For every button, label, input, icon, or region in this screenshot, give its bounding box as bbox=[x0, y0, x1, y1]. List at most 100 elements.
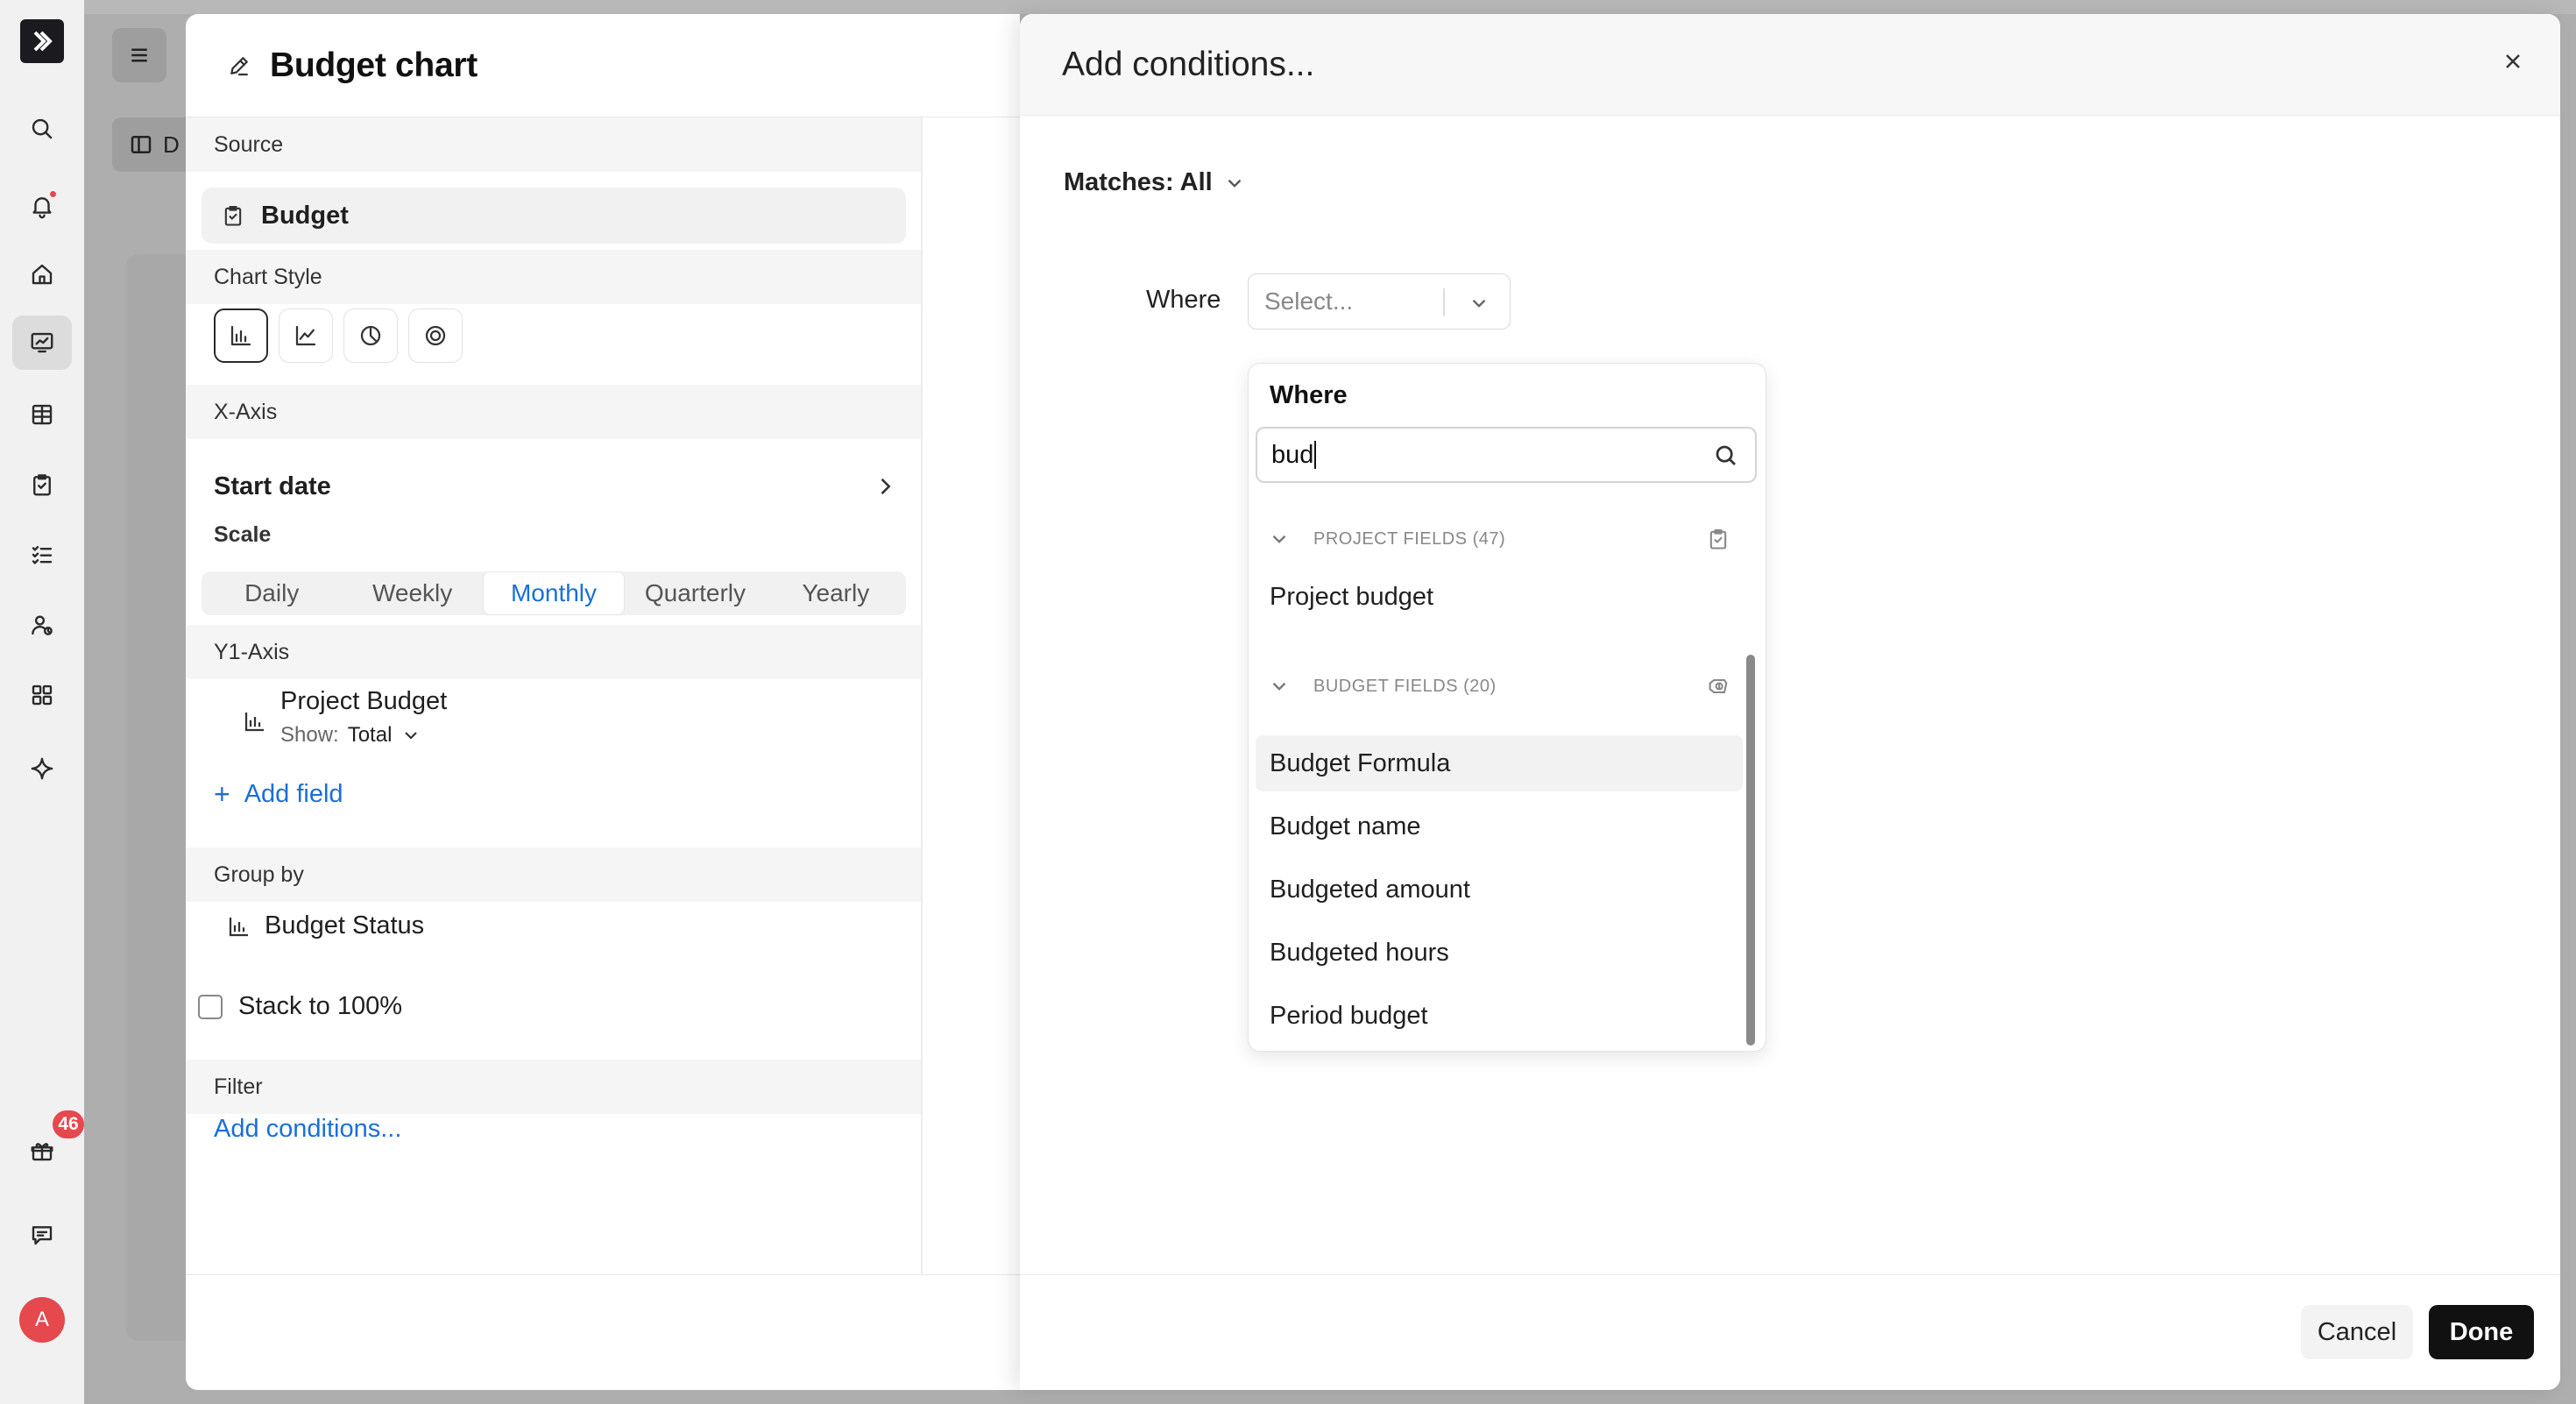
stack-checkbox[interactable] bbox=[198, 994, 223, 1019]
edit-pencil-icon[interactable] bbox=[226, 53, 252, 79]
add-conditions-link[interactable]: Add conditions... bbox=[214, 1115, 401, 1144]
option-project-budget[interactable]: Project budget bbox=[1256, 569, 1743, 625]
source-selector[interactable]: Budget bbox=[202, 188, 906, 244]
group-by-field-label: Budget Status bbox=[265, 911, 425, 940]
bar-chart-icon bbox=[229, 917, 248, 936]
checklist-icon[interactable] bbox=[12, 528, 72, 582]
editor-header: Budget chart bbox=[186, 14, 1020, 117]
add-field-label: Add field bbox=[244, 780, 343, 808]
apps-icon[interactable] bbox=[12, 668, 72, 722]
search-value: bud bbox=[1271, 440, 1314, 469]
scale-option-monthly[interactable]: Monthly bbox=[482, 571, 626, 615]
bar-chart-icon bbox=[230, 325, 251, 346]
x-axis-field-label: Start date bbox=[214, 472, 331, 500]
show-label: Show: bbox=[280, 723, 339, 747]
bell-icon[interactable] bbox=[12, 179, 72, 233]
people-icon[interactable] bbox=[12, 598, 72, 652]
x-axis-field[interactable]: Start date bbox=[214, 459, 906, 514]
group-label: PROJECT FIELDS (47) bbox=[1313, 528, 1506, 549]
bar-chart-style-button[interactable] bbox=[214, 308, 268, 363]
avatar[interactable]: A bbox=[19, 1297, 65, 1343]
show-value: Total bbox=[347, 723, 393, 747]
scale-option-yearly[interactable]: Yearly bbox=[766, 571, 906, 615]
group-header-budget-fields[interactable]: BUDGET FIELDS (20) bbox=[1268, 669, 1750, 704]
editor-footer bbox=[186, 1274, 1020, 1390]
scale-option-quarterly[interactable]: Quarterly bbox=[625, 571, 765, 615]
search-icon[interactable] bbox=[12, 102, 72, 156]
section-label-x-axis: X-Axis bbox=[186, 385, 922, 439]
background-tab-label: D bbox=[163, 131, 180, 158]
dashboard-icon[interactable] bbox=[12, 316, 72, 370]
scale-option-weekly[interactable]: Weekly bbox=[342, 571, 482, 615]
dropdown-scrollbar[interactable] bbox=[1746, 655, 1755, 1046]
conditions-title: Add conditions... bbox=[1062, 45, 1315, 83]
projects-icon[interactable] bbox=[12, 387, 72, 442]
matches-selector[interactable]: Matches: All bbox=[1064, 168, 1246, 197]
scale-option-daily[interactable]: Daily bbox=[202, 571, 342, 615]
option-period-budget[interactable]: Period budget bbox=[1256, 988, 1743, 1044]
config-divider bbox=[921, 117, 923, 1292]
text-caret bbox=[1314, 441, 1317, 469]
option-budgeted-hours[interactable]: Budgeted hours bbox=[1256, 925, 1743, 981]
matches-label: Matches: All bbox=[1064, 168, 1213, 196]
chevron-down-icon bbox=[1272, 682, 1286, 691]
chart-title[interactable]: Budget chart bbox=[270, 46, 478, 85]
budget-icon bbox=[1709, 678, 1728, 694]
conditions-header: Add conditions... bbox=[1020, 14, 2560, 116]
menu-icon bbox=[112, 28, 166, 82]
section-label-filter: Filter bbox=[186, 1060, 922, 1114]
sparkle-icon[interactable] bbox=[12, 741, 72, 796]
pie-chart-icon bbox=[360, 325, 381, 346]
home-icon[interactable] bbox=[12, 247, 72, 301]
donut-chart-style-button[interactable] bbox=[408, 308, 463, 363]
section-label-y1-axis: Y1-Axis bbox=[186, 625, 922, 679]
search-icon bbox=[1716, 445, 1736, 465]
group-by-field[interactable]: Budget Status bbox=[226, 911, 424, 940]
section-label-chart-style: Chart Style bbox=[186, 250, 922, 304]
select-separator bbox=[1443, 288, 1445, 316]
close-button[interactable] bbox=[2490, 39, 2536, 84]
field-select[interactable]: Select... bbox=[1248, 273, 1511, 330]
option-budget-name[interactable]: Budget name bbox=[1256, 798, 1743, 854]
dropdown-title: Where bbox=[1270, 381, 1348, 409]
clipboard-icon bbox=[224, 206, 242, 226]
done-button[interactable]: Done bbox=[2429, 1305, 2534, 1359]
chevron-down-icon bbox=[405, 732, 418, 740]
conditions-footer: Cancel Done bbox=[1020, 1274, 2560, 1390]
y-axis-field[interactable]: Project Budget Show: Total bbox=[242, 687, 447, 748]
plus-icon: + bbox=[214, 778, 230, 810]
chevron-down-icon bbox=[1472, 299, 1486, 308]
app-rail: 46 A bbox=[0, 0, 86, 1404]
field-dropdown: Where bud PROJECT FIELDS (47) Project bu… bbox=[1248, 363, 1766, 1052]
where-label: Where bbox=[1146, 286, 1221, 314]
line-chart-icon bbox=[295, 325, 316, 346]
chevron-right-icon bbox=[881, 478, 891, 495]
bar-chart-icon bbox=[244, 713, 264, 732]
donut-chart-icon bbox=[425, 325, 446, 346]
gift-count-badge: 46 bbox=[51, 1109, 86, 1140]
cancel-button[interactable]: Cancel bbox=[2301, 1305, 2413, 1359]
add-conditions-panel: Add conditions... Matches: All Where Sel… bbox=[1020, 14, 2560, 1390]
logo-icon[interactable] bbox=[20, 19, 64, 63]
scale-label: Scale bbox=[214, 522, 272, 547]
stack-label: Stack to 100% bbox=[238, 992, 402, 1020]
section-label-group-by: Group by bbox=[186, 847, 922, 902]
group-header-project-fields[interactable]: PROJECT FIELDS (47) bbox=[1268, 521, 1750, 557]
source-value: Budget bbox=[261, 201, 349, 230]
line-chart-style-button[interactable] bbox=[279, 308, 333, 363]
stack-to-100-row[interactable]: Stack to 100% bbox=[198, 992, 402, 1021]
close-icon bbox=[2506, 54, 2520, 68]
section-label-source: Source bbox=[186, 117, 922, 172]
clipboard-icon bbox=[1709, 529, 1727, 550]
dropdown-search-input[interactable]: bud bbox=[1256, 427, 1757, 483]
y-axis-aggregation[interactable]: Show: Total bbox=[280, 723, 447, 748]
scale-segmented-control: Daily Weekly Monthly Quarterly Yearly bbox=[202, 571, 906, 615]
option-budgeted-amount[interactable]: Budgeted amount bbox=[1256, 862, 1743, 918]
option-budget-formula[interactable]: Budget Formula bbox=[1256, 735, 1743, 791]
add-field-button[interactable]: + Add field bbox=[214, 778, 343, 811]
field-select-placeholder: Select... bbox=[1264, 287, 1354, 315]
chevron-down-icon bbox=[1272, 535, 1286, 543]
pie-chart-style-button[interactable] bbox=[343, 308, 398, 363]
tasks-icon[interactable] bbox=[12, 457, 72, 512]
chat-icon[interactable] bbox=[12, 1208, 72, 1262]
